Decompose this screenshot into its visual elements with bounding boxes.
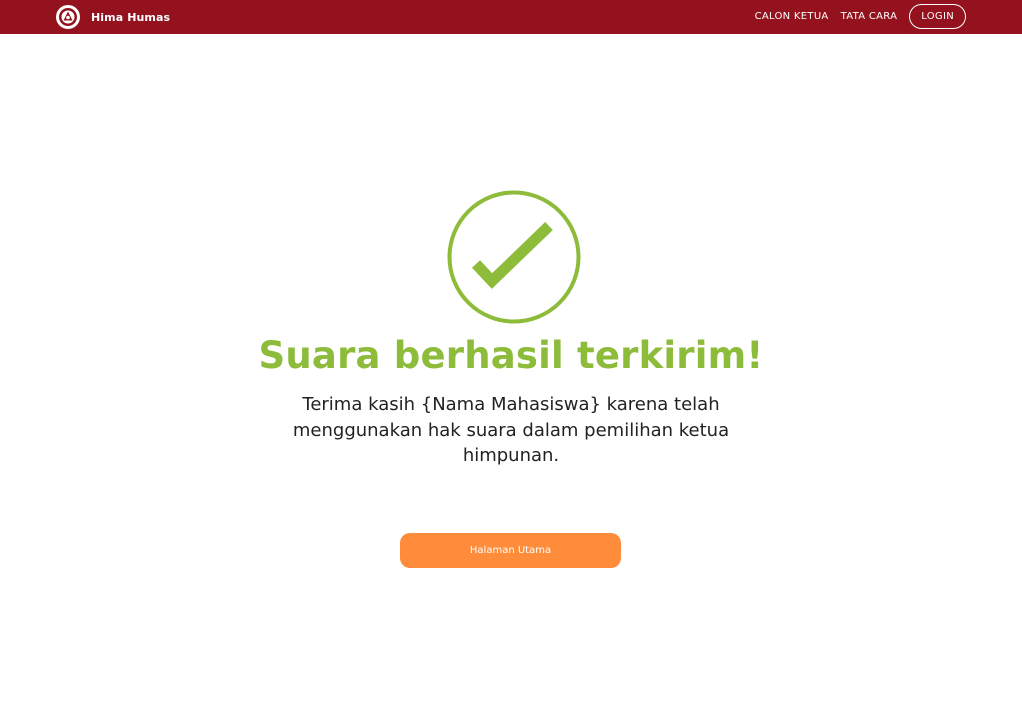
home-button[interactable]: Halaman Utama <box>400 533 621 568</box>
login-button[interactable]: LOGIN <box>909 4 966 29</box>
navbar: Hima Humas CALON KETUA TATA CARA LOGIN <box>0 0 1022 34</box>
brand-name: Hima Humas <box>91 10 171 24</box>
page-title: Suara berhasil terkirim! <box>258 334 764 377</box>
checkmark-circle-icon <box>447 190 581 324</box>
organization-logo-icon <box>56 5 80 29</box>
nav-link-tata-cara[interactable]: TATA CARA <box>841 11 898 22</box>
thank-you-message: Terima kasih {Nama Mahasiswa} karena tel… <box>292 394 730 466</box>
nav-links: CALON KETUA TATA CARA LOGIN <box>755 3 966 30</box>
nav-link-calon-ketua[interactable]: CALON KETUA <box>755 11 829 22</box>
brand[interactable]: Hima Humas <box>56 5 170 29</box>
